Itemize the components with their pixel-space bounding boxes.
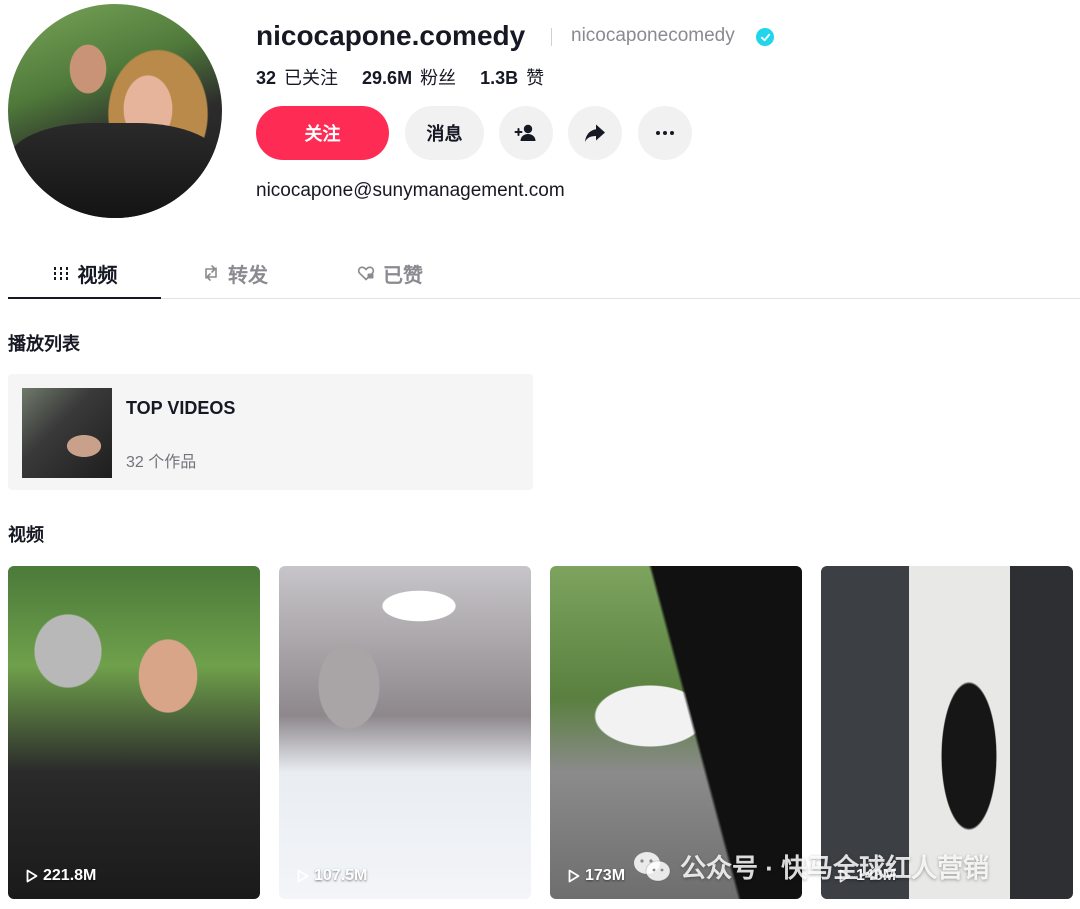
profile-username: nicocapone.comedy [256,20,526,51]
video-thumbnail[interactable]: 107.5M [279,566,531,899]
tab-label: 转发 [228,264,268,287]
tab-videos[interactable]: 视频 [8,248,161,299]
wechat-icon [634,851,671,881]
view-count-text: 107.5M [314,867,368,884]
view-count-text: 221.8M [43,867,97,884]
profile-nickname: nicocaponecomedy [571,25,735,46]
stat-value: 29.6M [362,68,413,88]
playlist-thumbnail [22,388,112,478]
playlist-count: 32 个作品 [126,454,197,471]
share-button[interactable] [568,106,622,160]
view-count: 107.5M [297,867,367,885]
view-count-text: 173M [585,867,626,884]
stat-label: 赞 [526,68,545,88]
video-thumbnail[interactable]: 221.8M [8,566,260,899]
watermark-text: 公众号 · 快马全球红人营销 [680,853,990,883]
view-count: 221.8M [26,867,96,885]
message-button[interactable]: 消息 [405,106,484,160]
view-count: 173M [568,867,625,885]
profile-tabs: 视频 转发 已赞 [8,248,1080,299]
tab-reposts[interactable]: 转发 [202,248,268,298]
profile-stats: 32 已关注 29.6M 粉丝 1.3B 赞 [256,64,544,90]
playlists-heading: 播放列表 [8,334,80,354]
videos-heading: 视频 [8,525,44,545]
divider [551,28,552,46]
play-icon [297,869,309,883]
stat-value: 32 [256,68,277,88]
heart-lock-icon [357,266,375,281]
likes-count: 1.3B 赞 [480,64,544,90]
following-count[interactable]: 32 已关注 [256,64,338,90]
share-icon [585,124,605,142]
playlist-card[interactable]: TOP VIDEOS 32 个作品 [8,374,533,490]
stat-label: 已关注 [284,68,339,88]
profile-avatar [8,4,222,218]
follow-button[interactable]: 关注 [256,106,389,160]
stat-label: 粉丝 [420,68,457,88]
tab-label: 已赞 [383,264,423,287]
add-friend-button[interactable] [499,106,553,160]
add-user-icon [514,124,536,141]
playlist-name: TOP VIDEOS [126,398,236,418]
stat-value: 1.3B [480,68,519,88]
verified-badge-icon [756,28,774,46]
tab-label: 视频 [77,264,118,287]
play-icon [26,869,38,883]
play-icon [568,869,580,883]
more-icon [656,131,674,135]
repost-icon [205,265,217,281]
tab-liked[interactable]: 已赞 [357,248,423,298]
followers-count[interactable]: 29.6M 粉丝 [362,64,456,90]
profile-bio-link: nicocapone@sunymanagement.com [256,180,565,201]
more-options-button[interactable] [638,106,692,160]
grid-icon [53,267,68,280]
watermark: 公众号 · 快马全球红人营销 [632,848,989,885]
